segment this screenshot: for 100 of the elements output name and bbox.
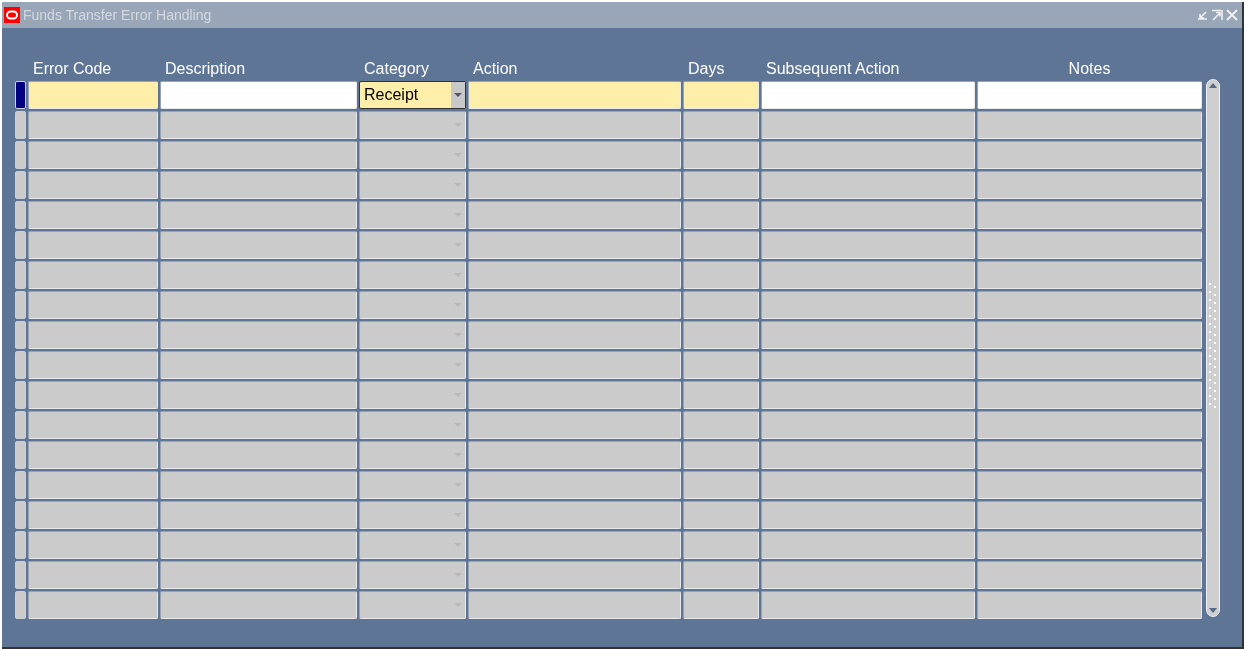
input-field[interactable] (468, 261, 681, 289)
input-field[interactable] (28, 441, 158, 469)
input-field[interactable] (761, 141, 975, 169)
input-field[interactable] (28, 591, 158, 619)
input-field[interactable] (977, 291, 1202, 319)
dropdown-field[interactable] (359, 561, 466, 589)
input-field[interactable] (160, 231, 357, 259)
input-field[interactable] (468, 441, 681, 469)
input-field[interactable] (761, 351, 975, 379)
input-field[interactable] (160, 261, 357, 289)
input-field[interactable] (977, 441, 1202, 469)
input-field[interactable] (28, 231, 158, 259)
input-field[interactable] (683, 321, 759, 349)
dropdown-field[interactable] (359, 411, 466, 439)
input-field[interactable] (683, 261, 759, 289)
input-field[interactable] (160, 351, 357, 379)
input-field[interactable] (468, 201, 681, 229)
dropdown-field[interactable] (359, 171, 466, 199)
maximize-icon[interactable] (1211, 9, 1223, 21)
dropdown-field[interactable]: Receipt (359, 81, 466, 109)
close-icon[interactable] (1226, 9, 1238, 21)
input-field[interactable] (683, 531, 759, 559)
input-field[interactable] (683, 381, 759, 409)
input-field[interactable] (683, 81, 759, 109)
input-field[interactable] (160, 471, 357, 499)
input-field[interactable] (28, 321, 158, 349)
input-field[interactable] (468, 81, 681, 109)
input-field[interactable] (977, 561, 1202, 589)
input-field[interactable] (468, 561, 681, 589)
input-field[interactable] (761, 291, 975, 319)
input-field[interactable] (761, 471, 975, 499)
input-field[interactable] (468, 351, 681, 379)
input-field[interactable] (761, 501, 975, 529)
input-field[interactable] (683, 441, 759, 469)
input-field[interactable] (761, 81, 975, 109)
dropdown-field[interactable] (359, 291, 466, 319)
input-field[interactable] (160, 381, 357, 409)
input-field[interactable] (977, 141, 1202, 169)
input-field[interactable] (160, 591, 357, 619)
dropdown-field[interactable] (359, 501, 466, 529)
dropdown-field[interactable] (359, 321, 466, 349)
input-field[interactable] (160, 321, 357, 349)
input-field[interactable] (28, 531, 158, 559)
dropdown-field[interactable] (359, 531, 466, 559)
input-field[interactable] (28, 111, 158, 139)
input-field[interactable] (977, 411, 1202, 439)
input-field[interactable] (761, 231, 975, 259)
input-field[interactable] (683, 141, 759, 169)
input-field[interactable] (761, 111, 975, 139)
dropdown-field[interactable] (359, 441, 466, 469)
input-field[interactable] (683, 471, 759, 499)
input-field[interactable] (761, 261, 975, 289)
input-field[interactable] (28, 501, 158, 529)
input-field[interactable] (160, 291, 357, 319)
input-field[interactable] (761, 171, 975, 199)
input-field[interactable] (468, 471, 681, 499)
input-field[interactable] (683, 231, 759, 259)
input-field[interactable] (160, 501, 357, 529)
input-field[interactable] (761, 531, 975, 559)
input-field[interactable] (28, 81, 158, 109)
input-field[interactable] (977, 81, 1202, 109)
input-field[interactable] (28, 351, 158, 379)
input-field[interactable] (977, 351, 1202, 379)
input-field[interactable] (977, 261, 1202, 289)
input-field[interactable] (761, 321, 975, 349)
input-field[interactable] (977, 501, 1202, 529)
input-field[interactable] (977, 111, 1202, 139)
input-field[interactable] (683, 171, 759, 199)
dropdown-field[interactable] (359, 111, 466, 139)
input-field[interactable] (683, 591, 759, 619)
input-field[interactable] (683, 291, 759, 319)
input-field[interactable] (977, 591, 1202, 619)
input-field[interactable] (977, 381, 1202, 409)
dropdown-field[interactable] (359, 141, 466, 169)
input-field[interactable] (977, 231, 1202, 259)
scroll-up-icon[interactable] (1209, 83, 1217, 88)
dropdown-field[interactable] (359, 471, 466, 499)
input-field[interactable] (468, 291, 681, 319)
input-field[interactable] (28, 171, 158, 199)
dropdown-field[interactable] (359, 351, 466, 379)
input-field[interactable] (28, 411, 158, 439)
row-indicator[interactable] (15, 81, 26, 109)
input-field[interactable] (683, 411, 759, 439)
dropdown-field[interactable] (359, 381, 466, 409)
input-field[interactable] (468, 111, 681, 139)
input-field[interactable] (28, 381, 158, 409)
input-field[interactable] (761, 201, 975, 229)
input-field[interactable] (761, 441, 975, 469)
input-field[interactable] (160, 201, 357, 229)
input-field[interactable] (28, 201, 158, 229)
input-field[interactable] (977, 471, 1202, 499)
input-field[interactable] (683, 111, 759, 139)
input-field[interactable] (160, 411, 357, 439)
input-field[interactable] (160, 561, 357, 589)
input-field[interactable] (683, 561, 759, 589)
input-field[interactable] (468, 141, 681, 169)
dropdown-field[interactable] (359, 591, 466, 619)
input-field[interactable] (468, 591, 681, 619)
input-field[interactable] (468, 531, 681, 559)
input-field[interactable] (160, 111, 357, 139)
